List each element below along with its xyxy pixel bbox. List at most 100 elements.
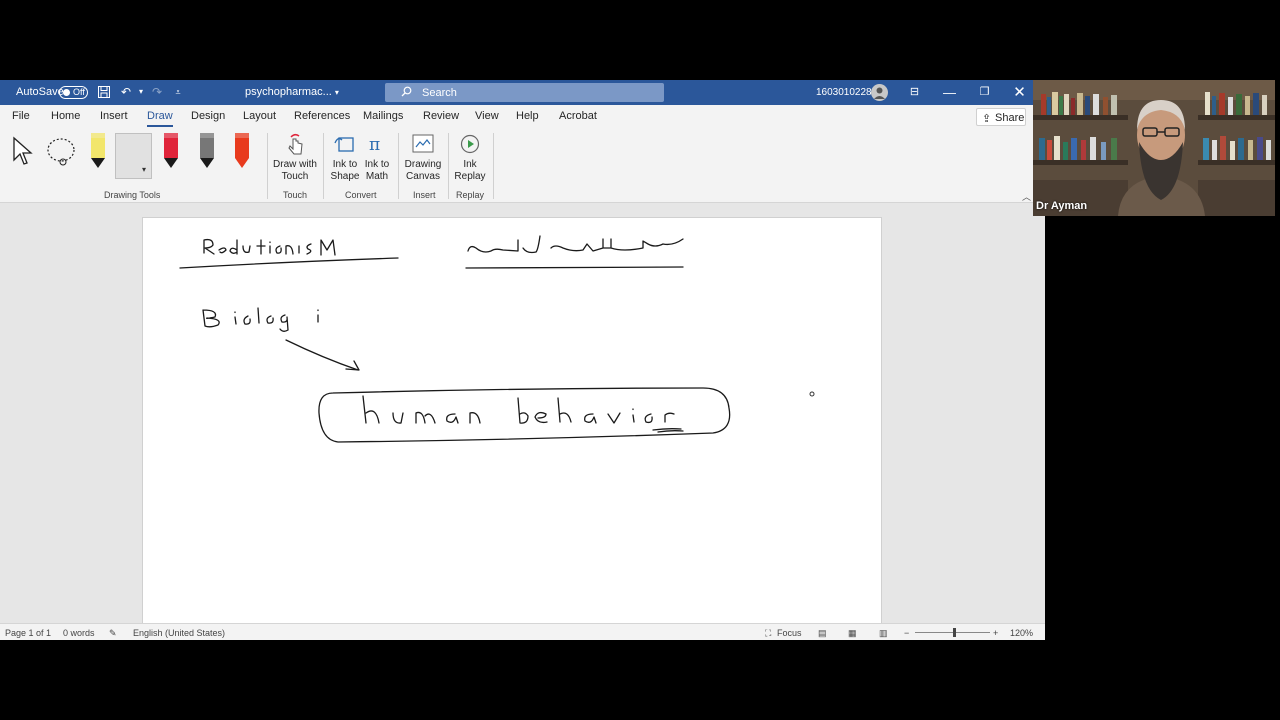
ink-to-shape-icon (334, 137, 354, 152)
share-label: Share (995, 112, 1025, 124)
pen-icon (164, 133, 178, 173)
avatar[interactable] (871, 84, 888, 101)
drawing-canvas-line1: Drawing (404, 159, 442, 170)
ink-replay-button[interactable]: Ink Replay (452, 133, 488, 185)
save-icon[interactable] (97, 85, 111, 99)
zoom-level[interactable]: 120% (1010, 628, 1033, 638)
pen-icon (200, 133, 214, 173)
ink-replay-icon (460, 134, 480, 154)
status-bar: Page 1 of 1 0 words ✎ English (United St… (0, 623, 1045, 640)
search-icon (401, 86, 412, 97)
ink-basmala (467, 235, 684, 254)
autosave-toggle[interactable]: Off (59, 86, 88, 99)
word-count[interactable]: 0 words (63, 628, 95, 638)
tab-view[interactable]: View (475, 110, 499, 129)
pen-3-button[interactable] (162, 133, 180, 173)
pen-chevron-down-icon[interactable]: ▾ (142, 165, 146, 174)
pen-icon (91, 133, 105, 173)
ink-underline-basmala (465, 266, 684, 269)
customize-quick-access-icon[interactable]: ⩡ (171, 85, 185, 99)
document-name-text: psychopharmac... (245, 86, 332, 98)
web-layout-icon[interactable]: ▥ (879, 628, 888, 639)
pen-icon (235, 133, 249, 173)
drawing-tools-group-label: Drawing Tools (104, 190, 161, 200)
page-count[interactable]: Page 1 of 1 (5, 628, 51, 638)
tab-acrobat[interactable]: Acrobat (559, 110, 597, 129)
print-layout-icon[interactable]: ▦ (848, 628, 857, 639)
pen-4-button[interactable] (198, 133, 216, 173)
tab-home[interactable]: Home (51, 110, 80, 129)
draw-with-touch-line1: Draw with (273, 159, 317, 170)
lasso-select-icon[interactable] (45, 136, 79, 168)
undo-icon[interactable]: ↶ (119, 85, 133, 99)
focus-button[interactable]: Focus (777, 628, 802, 638)
tab-help[interactable]: Help (516, 110, 539, 129)
language-status[interactable]: English (United States) (133, 628, 225, 638)
ink-replay-line2: Replay (454, 171, 486, 182)
redo-icon[interactable]: ↷ (150, 85, 164, 99)
zoom-slider-thumb[interactable] (953, 628, 956, 637)
select-cursor-icon[interactable] (12, 136, 36, 168)
ink-underline-reductionism (179, 257, 399, 269)
share-button[interactable]: ⇪ Share (976, 108, 1026, 126)
collapse-ribbon-icon[interactable]: ︿ (1022, 190, 1031, 203)
ink-to-math-line1: Ink to (364, 159, 390, 170)
search-input[interactable] (422, 85, 652, 100)
undo-dropdown-icon[interactable]: ▾ (134, 85, 148, 99)
word-window: AutoSave Off ↶ ▾ ↷ ⩡ psychopharmac... ▾ … (0, 80, 1045, 640)
autosave-label: AutoSave (16, 86, 64, 98)
svg-text:π: π (369, 135, 380, 155)
tab-insert[interactable]: Insert (100, 110, 128, 129)
document-page[interactable] (142, 217, 882, 637)
zoom-in-icon[interactable]: + (993, 628, 998, 638)
user-id[interactable]: 1603010228 (816, 87, 872, 98)
draw-with-touch-button[interactable]: Draw with Touch (272, 133, 318, 185)
ribbon-separator (448, 133, 449, 199)
ribbon-display-options-icon[interactable]: ⊟ (897, 80, 932, 105)
tab-layout[interactable]: Layout (243, 110, 276, 129)
tab-draw[interactable]: Draw (147, 110, 173, 129)
pen-1-button[interactable] (89, 133, 107, 173)
drawing-canvas-button[interactable]: Drawing Canvas (403, 133, 443, 185)
share-icon: ⇪ (982, 113, 992, 125)
touch-group-label: Touch (283, 190, 308, 200)
zoom-out-icon[interactable]: − (904, 628, 909, 638)
ribbon-separator (493, 133, 494, 199)
read-mode-icon[interactable]: ▤ (818, 628, 827, 639)
restore-icon[interactable]: ❐ (967, 80, 1002, 105)
draw-ribbon: ▾ Drawing Tools Draw with Touch Touch In… (0, 129, 1045, 203)
tab-mailings[interactable]: Mailings (363, 110, 403, 129)
close-icon[interactable]: ✕ (1002, 80, 1037, 105)
document-area[interactable] (0, 203, 1045, 637)
ink-to-shape-button[interactable]: Ink to Shape (330, 133, 360, 185)
ink-to-math-button[interactable]: π Ink to Math (362, 133, 392, 185)
draw-with-touch-line2: Touch (281, 171, 309, 182)
ribbon-separator (323, 133, 324, 199)
drawing-canvas-line2: Canvas (406, 171, 440, 182)
ink-box (318, 387, 731, 443)
participant-name: Dr Ayman (1036, 200, 1088, 212)
tab-file[interactable]: File (12, 110, 30, 129)
insert-group-label: Insert (413, 190, 436, 200)
chevron-down-icon: ▾ (334, 88, 339, 97)
drawing-canvas-icon (412, 134, 434, 153)
ink-to-shape-line2: Shape (330, 171, 360, 182)
minimize-icon[interactable]: — (932, 80, 967, 105)
document-name[interactable]: psychopharmac... ▾ (245, 86, 339, 98)
pen-5-button[interactable] (233, 133, 251, 173)
proofing-icon[interactable]: ✎ (109, 628, 117, 639)
tab-design[interactable]: Design (191, 110, 225, 129)
ink-to-math-line2: Math (365, 171, 389, 182)
ink-cursor-icon (809, 391, 815, 397)
tab-references[interactable]: References (294, 110, 350, 129)
search-box[interactable] (385, 83, 664, 102)
screen: AutoSave Off ↶ ▾ ↷ ⩡ psychopharmac... ▾ … (0, 0, 1280, 720)
convert-group-label: Convert (345, 190, 377, 200)
ink-biologi (202, 307, 319, 332)
ink-drawing (179, 235, 815, 443)
ribbon-separator (267, 133, 268, 199)
focus-icon[interactable]: ⛶ (765, 628, 771, 639)
video-participant-tile: Dr Ayman (1033, 80, 1275, 216)
title-bar: AutoSave Off ↶ ▾ ↷ ⩡ psychopharmac... ▾ … (0, 80, 1045, 105)
tab-review[interactable]: Review (423, 110, 459, 129)
